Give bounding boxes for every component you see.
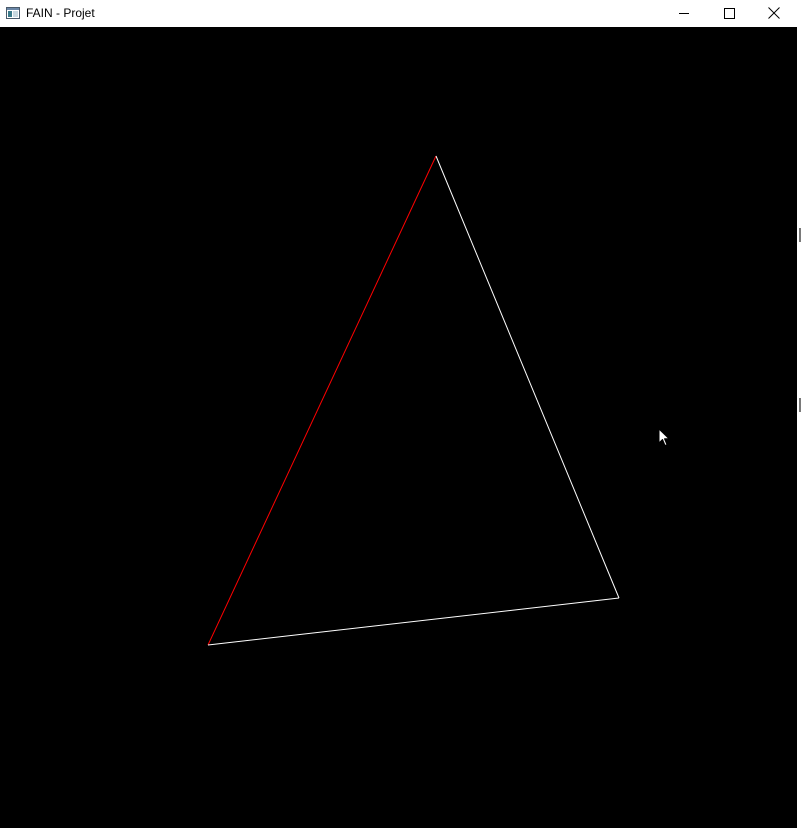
triangle-right-edge xyxy=(435,155,620,599)
maximize-button[interactable] xyxy=(706,0,752,26)
triangle-left-edge xyxy=(207,155,437,646)
render-canvas[interactable] xyxy=(0,27,797,828)
title-bar[interactable]: FAIN - Projet xyxy=(0,0,801,27)
minimize-button[interactable] xyxy=(661,0,707,26)
scene-svg xyxy=(207,155,620,646)
close-button[interactable] xyxy=(751,0,797,26)
window-right-border xyxy=(797,27,801,828)
triangle-bottom-edge xyxy=(207,597,620,646)
close-icon xyxy=(768,7,780,19)
maximize-icon xyxy=(723,7,735,19)
window-title: FAIN - Projet xyxy=(26,6,95,20)
application-window: FAIN - Projet xyxy=(0,0,801,828)
mouse-pointer-icon xyxy=(658,428,670,447)
app-window-icon[interactable] xyxy=(6,6,20,20)
minimize-icon xyxy=(678,8,690,19)
